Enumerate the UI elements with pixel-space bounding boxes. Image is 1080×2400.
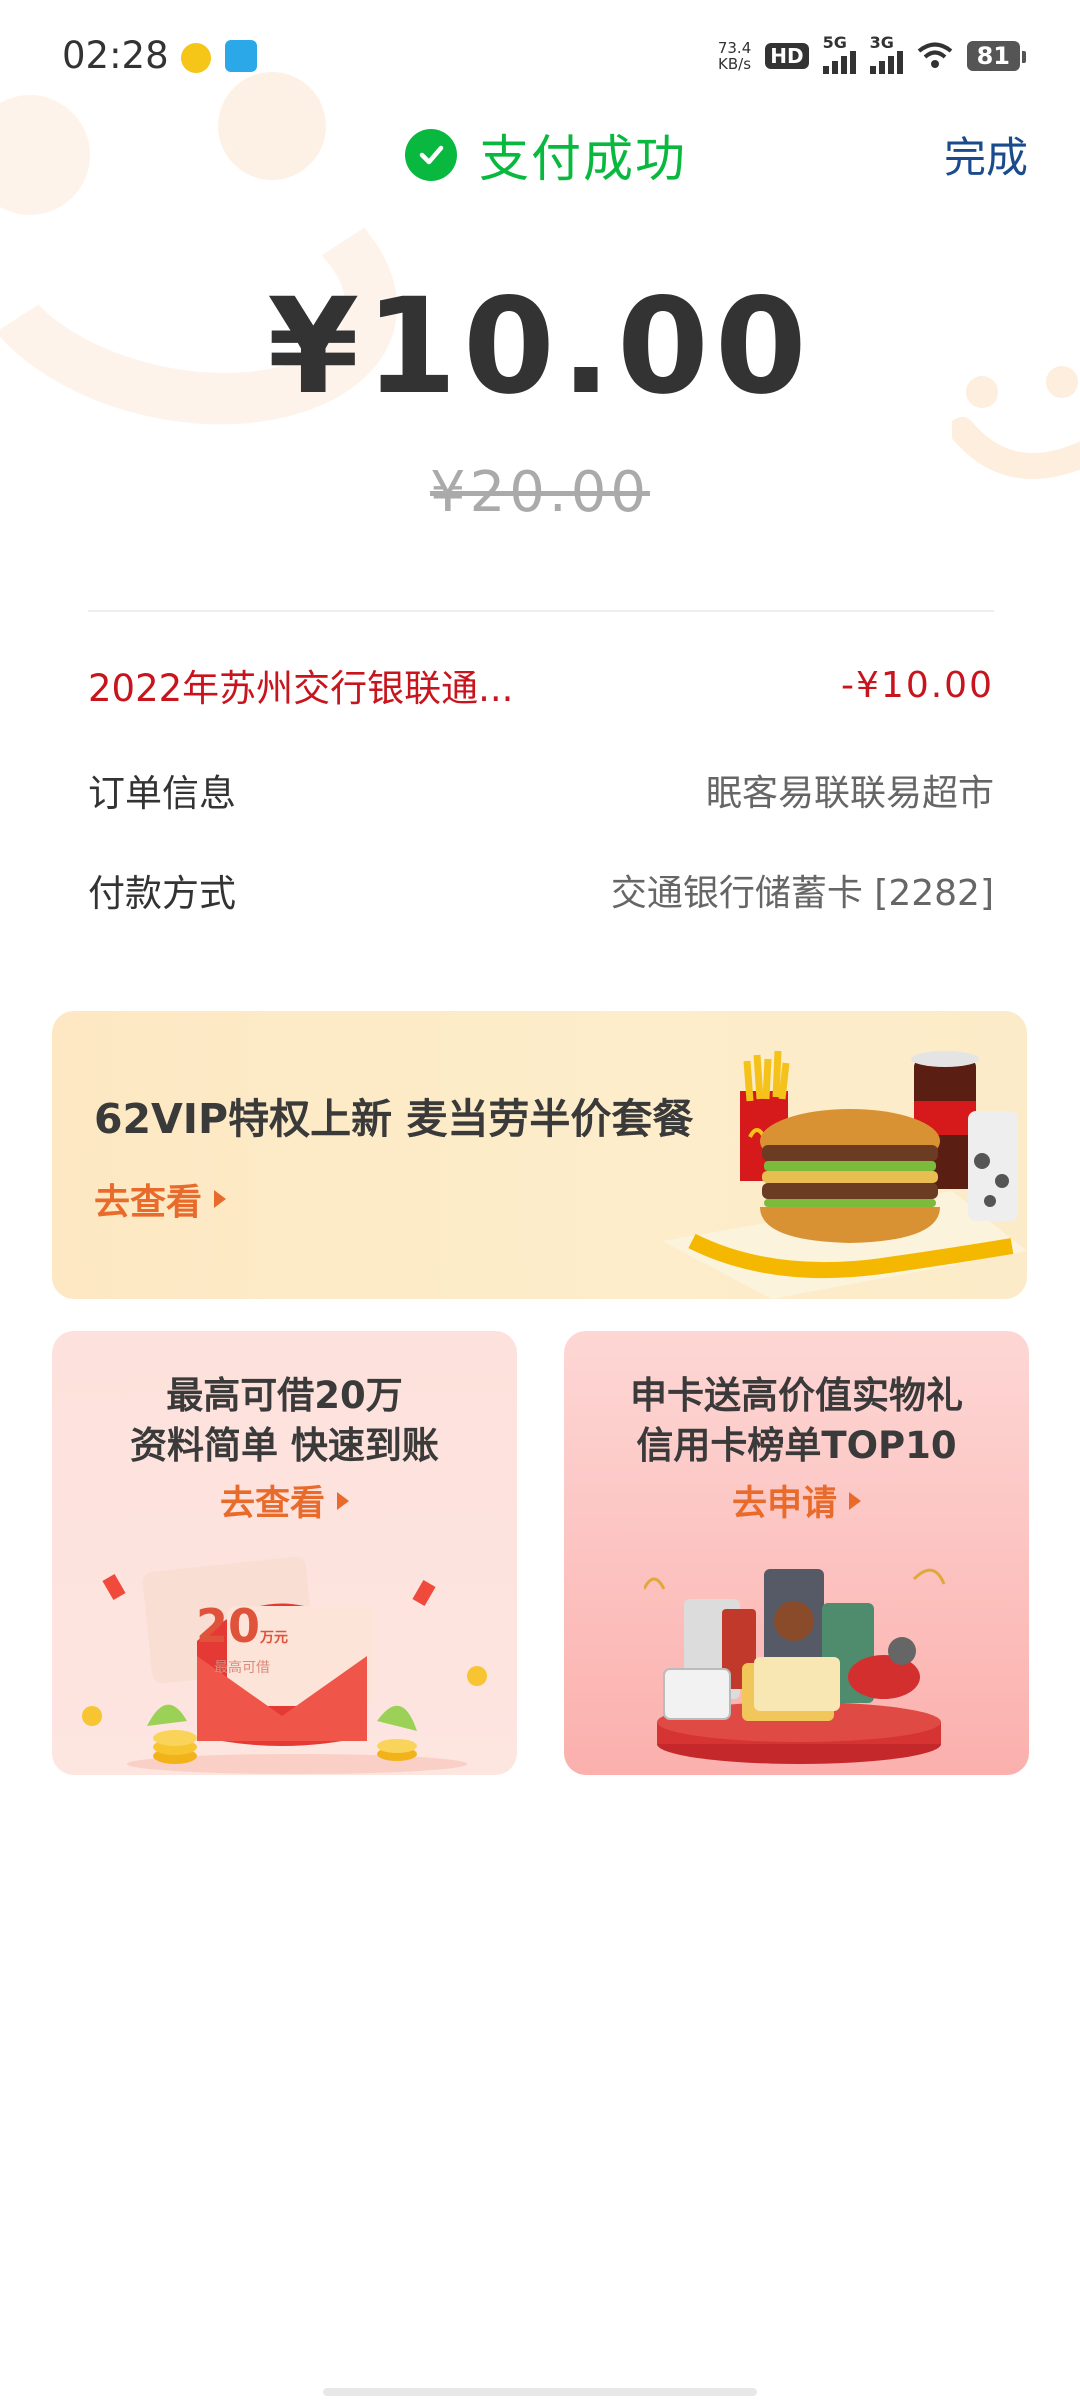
loan-cta[interactable]: 去查看	[52, 1475, 517, 1526]
status-bar: 02:28 73.4 KB/s HD 5G 3G 81	[0, 0, 1080, 110]
payment-method-value: 交通银行储蓄卡 [2282]	[610, 873, 994, 914]
hd-icon: HD	[765, 43, 809, 69]
payment-method-label: 付款方式	[88, 872, 236, 915]
done-button[interactable]: 完成	[944, 124, 1028, 185]
loan-amount-value: 20	[195, 1599, 260, 1653]
loan-headline: 最高可借20万	[166, 1374, 403, 1417]
credit-card-cta[interactable]: 去申请	[564, 1475, 1029, 1526]
loan-cta-label: 去查看	[219, 1484, 325, 1524]
payment-success-page: 02:28 73.4 KB/s HD 5G 3G 81 支付成功 完成 ¥10.…	[0, 0, 1080, 2400]
loan-promo-card[interactable]: 最高可借20万 资料简单 快速到账 去查看 20万元 最高可借	[52, 1331, 517, 1775]
success-check-icon	[405, 129, 457, 181]
network-speed-value: 73.4	[717, 39, 752, 57]
loan-amount-number: 20万元	[52, 1599, 432, 1653]
gift-prizes-image	[644, 1568, 946, 1764]
arrow-right-icon	[337, 1491, 349, 1510]
original-amount: ¥20.00	[430, 460, 650, 525]
home-indicator[interactable]	[323, 2388, 757, 2396]
credit-card-cta-label: 去申请	[731, 1484, 837, 1524]
discount-value: -¥10.00	[841, 664, 994, 706]
promo-headline: 62VIP特权上新 麦当劳半价套餐	[94, 1095, 694, 1143]
promo-cta-label: 去查看	[94, 1182, 203, 1223]
security-badge-icon	[181, 43, 211, 73]
paid-amount: ¥10.00	[267, 270, 813, 424]
credit-card-promo-card[interactable]: 申卡送高价值实物礼 信用卡榜单TOP10 去申请	[564, 1331, 1029, 1775]
divider	[88, 610, 994, 612]
discount-label: 2022年苏州交行银联通...	[88, 667, 514, 710]
app-notification-icon	[225, 40, 257, 72]
network-speed-unit: KB/s	[718, 55, 752, 73]
battery-icon: 81	[966, 41, 1027, 71]
loan-amount-caption: 最高可借	[214, 1660, 270, 1676]
page-title-text: 支付成功	[479, 130, 687, 188]
order-info-row: 订单信息 眠客易联联易超市	[88, 760, 994, 820]
status-indicators: 73.4 KB/s HD 5G 3G 81	[718, 33, 1027, 76]
loan-subheadline: 资料简单 快速到账	[130, 1424, 439, 1467]
arrow-right-icon	[849, 1491, 861, 1510]
page-title: 支付成功	[405, 125, 687, 188]
promo-cta[interactable]: 去查看	[94, 1173, 227, 1225]
arrow-right-icon	[214, 1190, 227, 1208]
merchant-name: 眠客易联联易超市	[705, 773, 994, 814]
credit-card-subheadline: 信用卡榜单TOP10	[636, 1424, 957, 1467]
signal-3g-label: 3G	[869, 32, 894, 52]
status-time: 02:28	[62, 34, 169, 77]
discount-row: 2022年苏州交行银联通... -¥10.00	[88, 655, 994, 715]
credit-card-headline: 申卡送高价值实物礼	[630, 1374, 963, 1417]
burger-meal-image	[662, 1050, 1027, 1299]
vip-promo-banner[interactable]: 62VIP特权上新 麦当劳半价套餐 去查看	[52, 1011, 1027, 1299]
signal-3g-icon: 3G	[869, 33, 903, 74]
network-speed: 73.4 KB/s	[718, 40, 751, 72]
order-info-label: 订单信息	[88, 772, 236, 815]
loan-amount-unit: 万元	[260, 1630, 288, 1646]
payment-method-row: 付款方式 交通银行储蓄卡 [2282]	[88, 860, 994, 920]
signal-5g-icon: 5G	[822, 33, 856, 74]
signal-5g-label: 5G	[822, 32, 847, 52]
wifi-icon	[917, 42, 952, 68]
decor-circle	[0, 95, 90, 215]
